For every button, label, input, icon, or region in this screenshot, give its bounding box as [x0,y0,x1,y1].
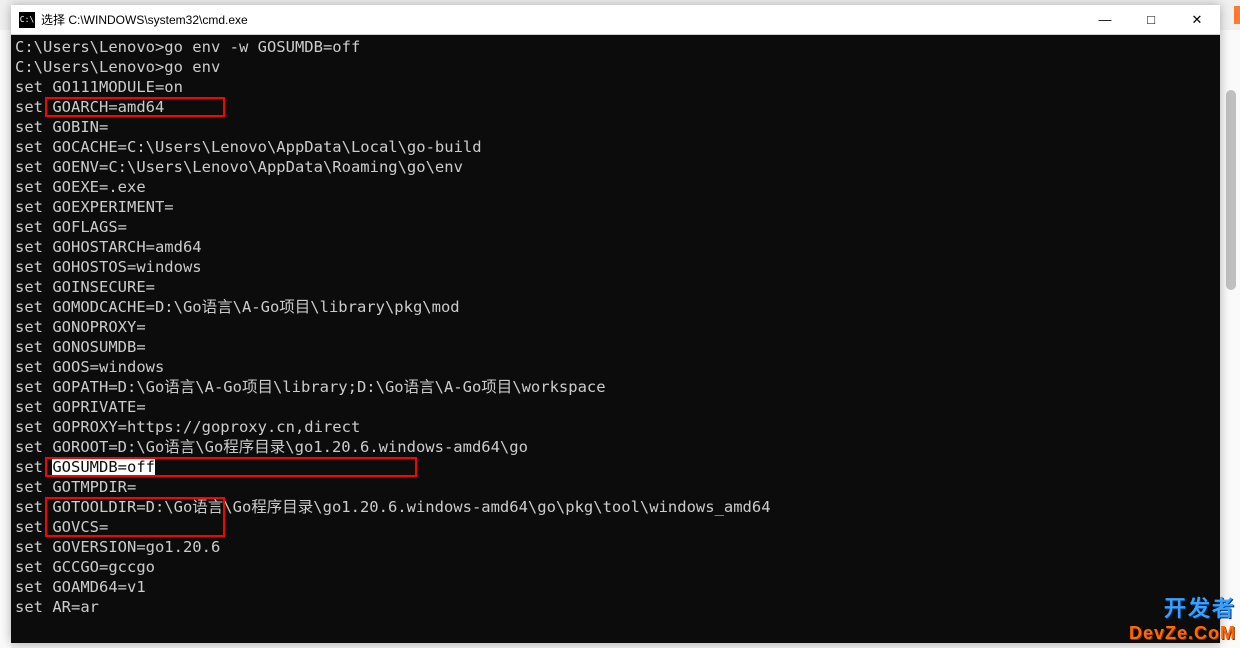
terminal-line: set GOARCH=amd64 [15,97,1216,117]
close-button[interactable]: ✕ [1174,5,1220,35]
terminal-line: set GOCACHE=C:\Users\Lenovo\AppData\Loca… [15,137,1216,157]
terminal-line: set GOROOT=D:\Go语言\Go程序目录\go1.20.6.windo… [15,437,1216,457]
terminal-line: set GOEXE=.exe [15,177,1216,197]
terminal-line: set GO111MODULE=on [15,77,1216,97]
right-window-edge [1220,30,1240,648]
cmd-icon: C:\ [19,12,35,28]
terminal-line: set GOVCS= [15,517,1216,537]
window-title: 选择 C:\WINDOWS\system32\cmd.exe [41,11,1082,28]
maximize-button[interactable]: □ [1128,5,1174,35]
terminal-line: set GONOSUMDB= [15,337,1216,357]
terminal-line: set GOHOSTARCH=amd64 [15,237,1216,257]
terminal-line: set GOINSECURE= [15,277,1216,297]
terminal-line: set GOOS=windows [15,357,1216,377]
terminal-line: C:\Users\Lenovo>go env -w GOSUMDB=off [15,37,1216,57]
terminal-line: set GOHOSTOS=windows [15,257,1216,277]
terminal-line: set GOFLAGS= [15,217,1216,237]
window-controls: — □ ✕ [1082,5,1220,35]
cmd-window: C:\ 选择 C:\WINDOWS\system32\cmd.exe — □ ✕… [11,5,1220,643]
terminal-line: set GOMODCACHE=D:\Go语言\A-Go项目\library\pk… [15,297,1216,317]
terminal-line: set GOSUMDB=off [15,457,1216,477]
terminal-line: set GONOPROXY= [15,317,1216,337]
terminal-line: set GOAMD64=v1 [15,577,1216,597]
terminal-line: set GOTMPDIR= [15,477,1216,497]
terminal-line: set GOTOOLDIR=D:\Go语言\Go程序目录\go1.20.6.wi… [15,497,1216,517]
terminal-output[interactable]: C:\Users\Lenovo>go env -w GOSUMDB=offC:\… [11,35,1220,643]
text-selection: GOSUMDB=off [52,458,155,476]
minimize-button[interactable]: — [1082,5,1128,35]
terminal-line: C:\Users\Lenovo>go env [15,57,1216,77]
left-window-edge [0,30,11,648]
terminal-line: set GOPROXY=https://goproxy.cn,direct [15,417,1216,437]
terminal-line: set GOBIN= [15,117,1216,137]
terminal-line: set GOEXPERIMENT= [15,197,1216,217]
terminal-line: set AR=ar [15,597,1216,617]
terminal-line: set GOPRIVATE= [15,397,1216,417]
terminal-line: set GOVERSION=go1.20.6 [15,537,1216,557]
titlebar[interactable]: C:\ 选择 C:\WINDOWS\system32\cmd.exe — □ ✕ [11,5,1220,35]
terminal-line: set GOPATH=D:\Go语言\A-Go项目\library;D:\Go语… [15,377,1216,397]
terminal-line: set GOENV=C:\Users\Lenovo\AppData\Roamin… [15,157,1216,177]
terminal-line: set GCCGO=gccgo [15,557,1216,577]
orange-tab-edge [1234,6,1240,24]
browser-scrollbar[interactable] [1226,90,1236,290]
